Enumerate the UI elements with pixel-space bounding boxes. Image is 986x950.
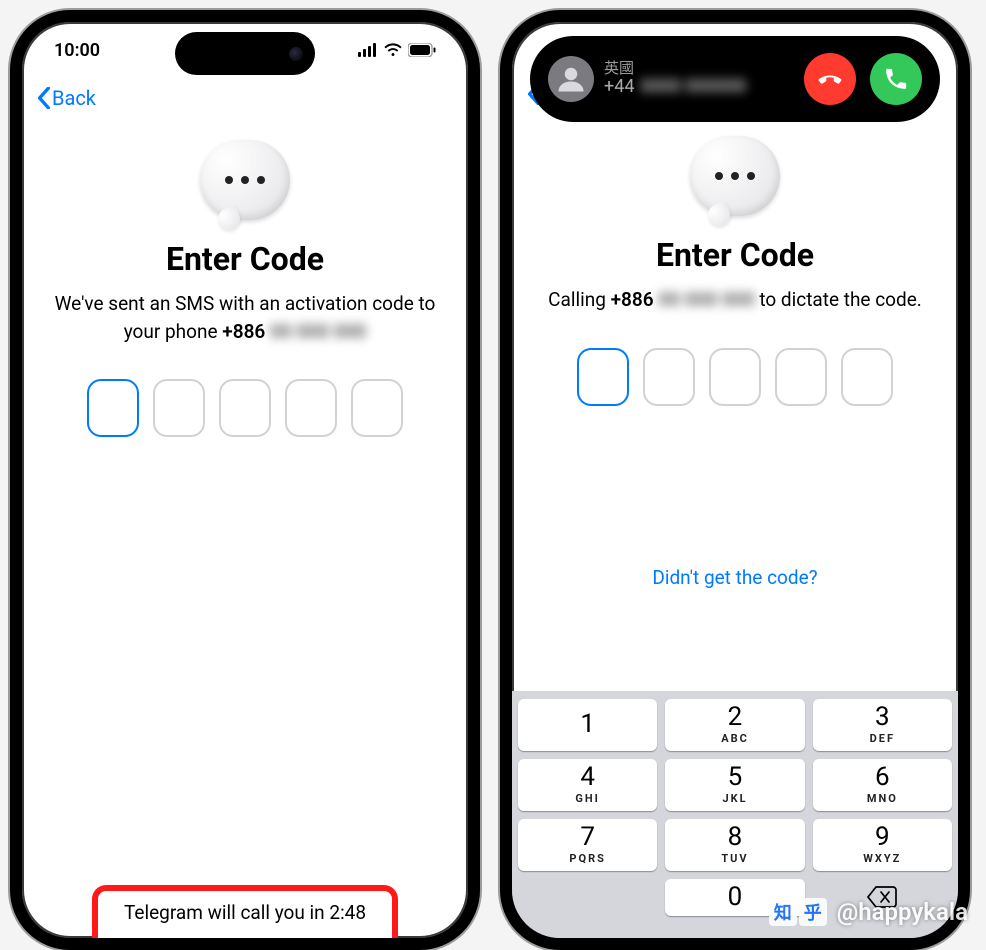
page-title: Enter Code bbox=[22, 240, 468, 278]
countdown-pre: Telegram will call you in bbox=[124, 901, 329, 924]
phone-prefix: +886 bbox=[611, 288, 654, 311]
phone-left: 10:00 Back Enter Code We've sent an SMS … bbox=[10, 10, 480, 950]
key-6[interactable]: 6MNO bbox=[813, 759, 952, 811]
wifi-icon bbox=[384, 43, 402, 57]
volume-up[interactable] bbox=[10, 227, 11, 292]
power-button[interactable] bbox=[479, 247, 480, 347]
key-2[interactable]: 2ABC bbox=[665, 699, 804, 751]
key-1[interactable]: 1 bbox=[518, 699, 657, 751]
volume-down[interactable] bbox=[10, 307, 11, 372]
key-9[interactable]: 9WXYZ bbox=[813, 819, 952, 871]
decline-call-button[interactable] bbox=[804, 53, 856, 105]
no-code-link[interactable]: Didn't get the code? bbox=[512, 566, 958, 589]
cellular-icon bbox=[358, 43, 378, 57]
phone-blurred: 00 000 000 bbox=[270, 320, 366, 343]
subtitle: Calling +886 00 000 000 to dictate the c… bbox=[512, 286, 958, 314]
chevron-left-icon bbox=[36, 87, 52, 109]
key-blank bbox=[518, 879, 657, 916]
code-box-2[interactable] bbox=[643, 348, 695, 406]
status-time: 10:00 bbox=[54, 40, 100, 61]
key-4[interactable]: 4GHI bbox=[518, 759, 657, 811]
phone-down-icon bbox=[816, 65, 844, 93]
code-box-1[interactable] bbox=[577, 348, 629, 406]
chat-bubble-image bbox=[22, 140, 468, 220]
subtitle: We've sent an SMS with an activation cod… bbox=[22, 290, 468, 345]
subtitle-post: to dictate the code. bbox=[755, 288, 922, 311]
volume-switch[interactable] bbox=[10, 172, 11, 207]
key-5[interactable]: 5JKL bbox=[665, 759, 804, 811]
code-input-row bbox=[22, 379, 468, 437]
watermark-handle: @happykala bbox=[837, 898, 968, 926]
key-8[interactable]: 8TUV bbox=[665, 819, 804, 871]
code-input-row bbox=[512, 348, 958, 406]
caller-prefix: +44 bbox=[604, 77, 634, 98]
caller-country: 英國 bbox=[604, 60, 746, 77]
subtitle-pre: Calling bbox=[548, 288, 610, 311]
code-box-5[interactable] bbox=[351, 379, 403, 437]
phone-blurred: 00 000 000 bbox=[658, 288, 754, 311]
watermark: 知 乎 @happykala bbox=[769, 898, 968, 926]
camera-icon bbox=[289, 47, 303, 61]
code-box-3[interactable] bbox=[709, 348, 761, 406]
power-button[interactable] bbox=[969, 247, 970, 347]
zhihu-logo-1: 知 bbox=[769, 898, 797, 926]
call-countdown-banner: Telegram will call you in 2:48 bbox=[22, 885, 468, 938]
zhihu-logo-2: 乎 bbox=[799, 898, 827, 926]
battery-icon bbox=[408, 43, 436, 57]
code-box-3[interactable] bbox=[219, 379, 271, 437]
dynamic-island bbox=[175, 32, 315, 75]
back-label: Back bbox=[52, 86, 96, 110]
volume-up[interactable] bbox=[500, 227, 501, 292]
page-title: Enter Code bbox=[512, 236, 958, 274]
chat-bubble-image bbox=[512, 136, 958, 216]
accept-call-button[interactable] bbox=[870, 53, 922, 105]
code-box-4[interactable] bbox=[285, 379, 337, 437]
avatar bbox=[548, 56, 594, 102]
code-box-5[interactable] bbox=[841, 348, 893, 406]
phone-icon bbox=[883, 66, 909, 92]
incoming-call-island[interactable]: 英國 +44 0000 000000 bbox=[530, 36, 940, 122]
volume-switch[interactable] bbox=[500, 172, 501, 207]
key-3[interactable]: 3DEF bbox=[813, 699, 952, 751]
code-box-4[interactable] bbox=[775, 348, 827, 406]
code-box-2[interactable] bbox=[153, 379, 205, 437]
countdown-time: 2:48 bbox=[329, 901, 366, 924]
phone-right: 英國 +44 0000 000000 Enter Code Calling +8… bbox=[500, 10, 970, 950]
nav-bar: Back bbox=[22, 78, 468, 118]
back-button[interactable]: Back bbox=[36, 86, 96, 110]
volume-down[interactable] bbox=[500, 307, 501, 372]
person-icon bbox=[556, 64, 586, 94]
code-box-1[interactable] bbox=[87, 379, 139, 437]
phone-prefix: +886 bbox=[222, 320, 265, 343]
key-7[interactable]: 7PQRS bbox=[518, 819, 657, 871]
caller-number-blurred: 0000 000000 bbox=[640, 77, 746, 98]
